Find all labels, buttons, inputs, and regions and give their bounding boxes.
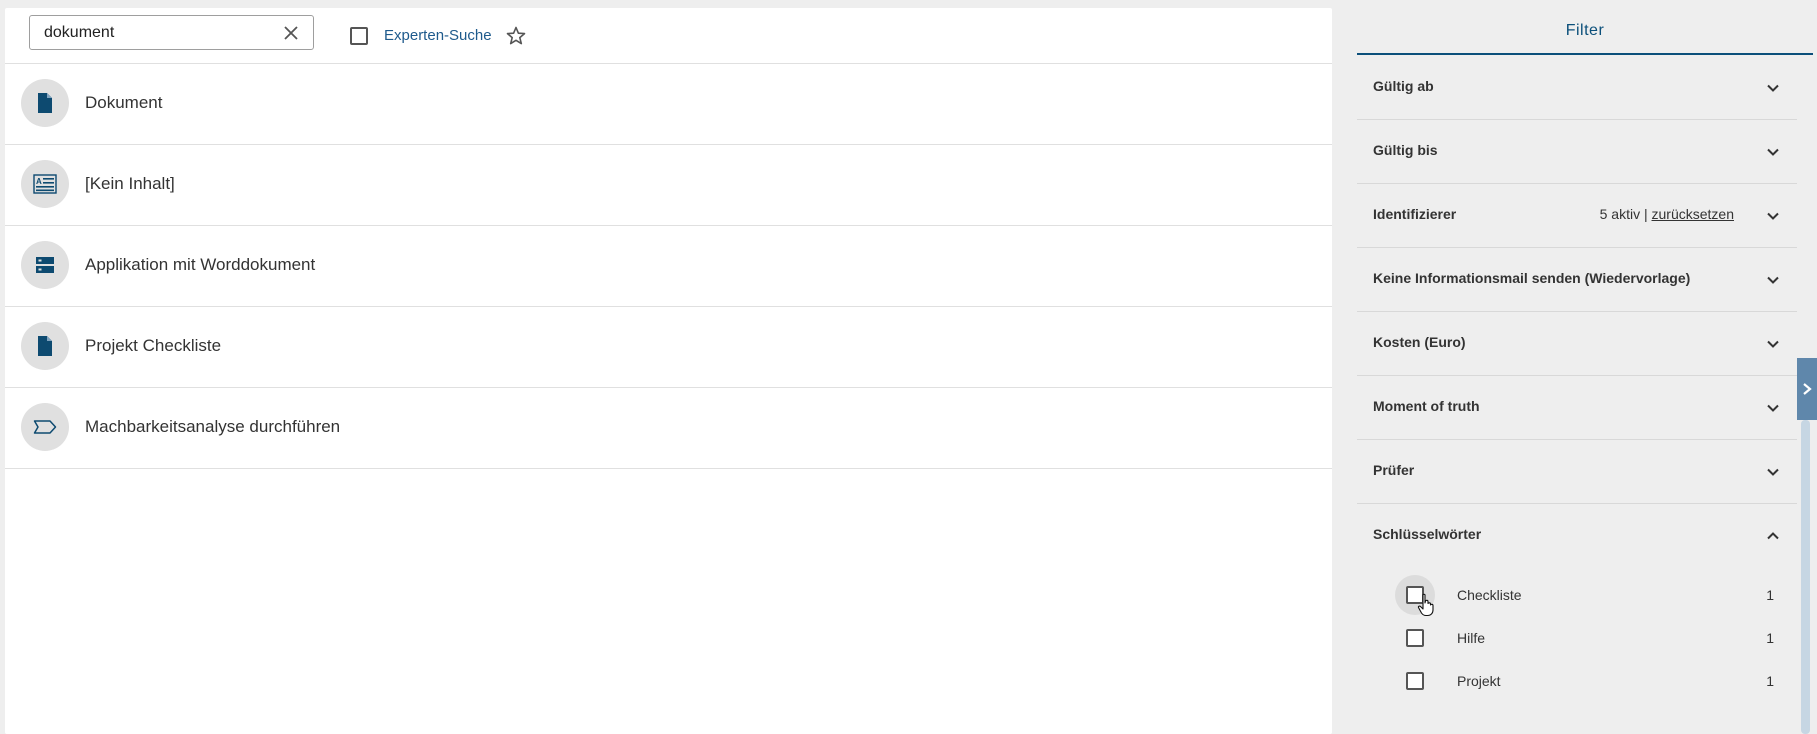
result-label: Machbarkeitsanalyse durchführen [85, 417, 341, 436]
avatar [21, 79, 69, 127]
search-toolbar: Experten-Suche [5, 8, 1332, 64]
chevron-down-icon [1767, 468, 1779, 476]
section-title: Gültig bis [1373, 142, 1438, 158]
section-title: Identifizierer [1373, 206, 1457, 222]
chevron-down-icon [1767, 276, 1779, 284]
filter-section-schluesselwoerter[interactable]: Schlüsselwörter [1357, 504, 1797, 568]
clear-search-icon[interactable] [283, 25, 299, 41]
avatar [21, 241, 69, 289]
avatar [21, 403, 69, 451]
hand-cursor-icon [1417, 593, 1434, 617]
application-icon [36, 257, 54, 273]
form-icon: A [33, 174, 57, 194]
chevron-right-icon [1803, 383, 1812, 395]
chevron-down-icon [1767, 84, 1779, 92]
filter-panel: Filter Gültig ab Gültig bis Identifizier… [1357, 0, 1813, 734]
section-title: Keine Informationsmail senden (Wiedervor… [1373, 270, 1691, 286]
result-label: Applikation mit Worddokument [85, 255, 316, 274]
chevron-up-icon [1767, 532, 1779, 540]
chevron-down-icon [1767, 340, 1779, 348]
filter-section-gueltig-ab[interactable]: Gültig ab [1357, 56, 1797, 120]
section-title: Kosten (Euro) [1373, 334, 1466, 350]
separator: | [1643, 206, 1648, 222]
section-title: Prüfer [1373, 462, 1415, 478]
keyword-checkbox[interactable] [1406, 672, 1424, 690]
search-input[interactable] [44, 16, 264, 49]
filter-section-kosten[interactable]: Kosten (Euro) [1357, 312, 1797, 376]
chevron-down-icon [1767, 404, 1779, 412]
section-title: Moment of truth [1373, 398, 1480, 414]
result-item-kein-inhalt[interactable]: A [Kein Inhalt] [5, 145, 1332, 226]
avatar: A [21, 160, 69, 208]
active-filter-info: 5 aktiv | zurücksetzen [1600, 206, 1734, 222]
expert-search-checkbox[interactable] [350, 27, 368, 45]
chevron-down-icon [1767, 148, 1779, 156]
avatar [21, 322, 69, 370]
filter-section-identifizierer[interactable]: Identifizierer 5 aktiv | zurücksetzen [1357, 184, 1797, 248]
result-label: Projekt Checkliste [85, 336, 222, 355]
filter-section-pruefer[interactable]: Prüfer [1357, 440, 1797, 504]
search-field[interactable] [29, 15, 314, 50]
result-label: Dokument [85, 93, 163, 112]
process-step-icon [33, 420, 57, 434]
document-icon [38, 336, 52, 356]
section-title: Gültig ab [1373, 78, 1434, 94]
keyword-count: 1 [1766, 673, 1774, 689]
expert-search-label[interactable]: Experten-Suche [384, 27, 492, 44]
svg-text:A: A [36, 177, 42, 186]
keyword-label: Checkliste [1457, 587, 1522, 603]
keyword-label: Projekt [1457, 673, 1501, 689]
reset-link[interactable]: zurücksetzen [1652, 206, 1734, 222]
star-icon[interactable] [504, 24, 528, 48]
keyword-count: 1 [1766, 630, 1774, 646]
keyword-checkbox[interactable] [1406, 629, 1424, 647]
results-panel: Experten-Suche Dokument A [Kein Inhalt] [5, 8, 1332, 734]
keyword-label: Hilfe [1457, 630, 1486, 646]
section-title: Schlüsselwörter [1373, 526, 1482, 542]
filter-scrollbar[interactable] [1801, 420, 1810, 734]
keyword-option-projekt[interactable]: Projekt 1 [1357, 660, 1797, 700]
chevron-down-icon [1767, 212, 1779, 220]
result-label: [Kein Inhalt] [85, 174, 175, 193]
active-count: 5 aktiv [1599, 206, 1641, 222]
result-item-projekt-checkliste[interactable]: Projekt Checkliste [5, 307, 1332, 388]
collapse-panel-button[interactable] [1797, 358, 1817, 420]
tab-filter[interactable]: Filter [1357, 0, 1813, 55]
filter-section-informationsmail[interactable]: Keine Informationsmail senden (Wiedervor… [1357, 248, 1797, 312]
result-item-dokument[interactable]: Dokument [5, 64, 1332, 145]
result-item-applikation[interactable]: Applikation mit Worddokument [5, 226, 1332, 307]
filter-section-gueltig-bis[interactable]: Gültig bis [1357, 120, 1797, 184]
document-icon [38, 93, 52, 113]
result-item-machbarkeitsanalyse[interactable]: Machbarkeitsanalyse durchführen [5, 388, 1332, 469]
keyword-count: 1 [1766, 587, 1774, 603]
keyword-option-hilfe[interactable]: Hilfe 1 [1357, 617, 1797, 657]
filter-section-moment-of-truth[interactable]: Moment of truth [1357, 376, 1797, 440]
